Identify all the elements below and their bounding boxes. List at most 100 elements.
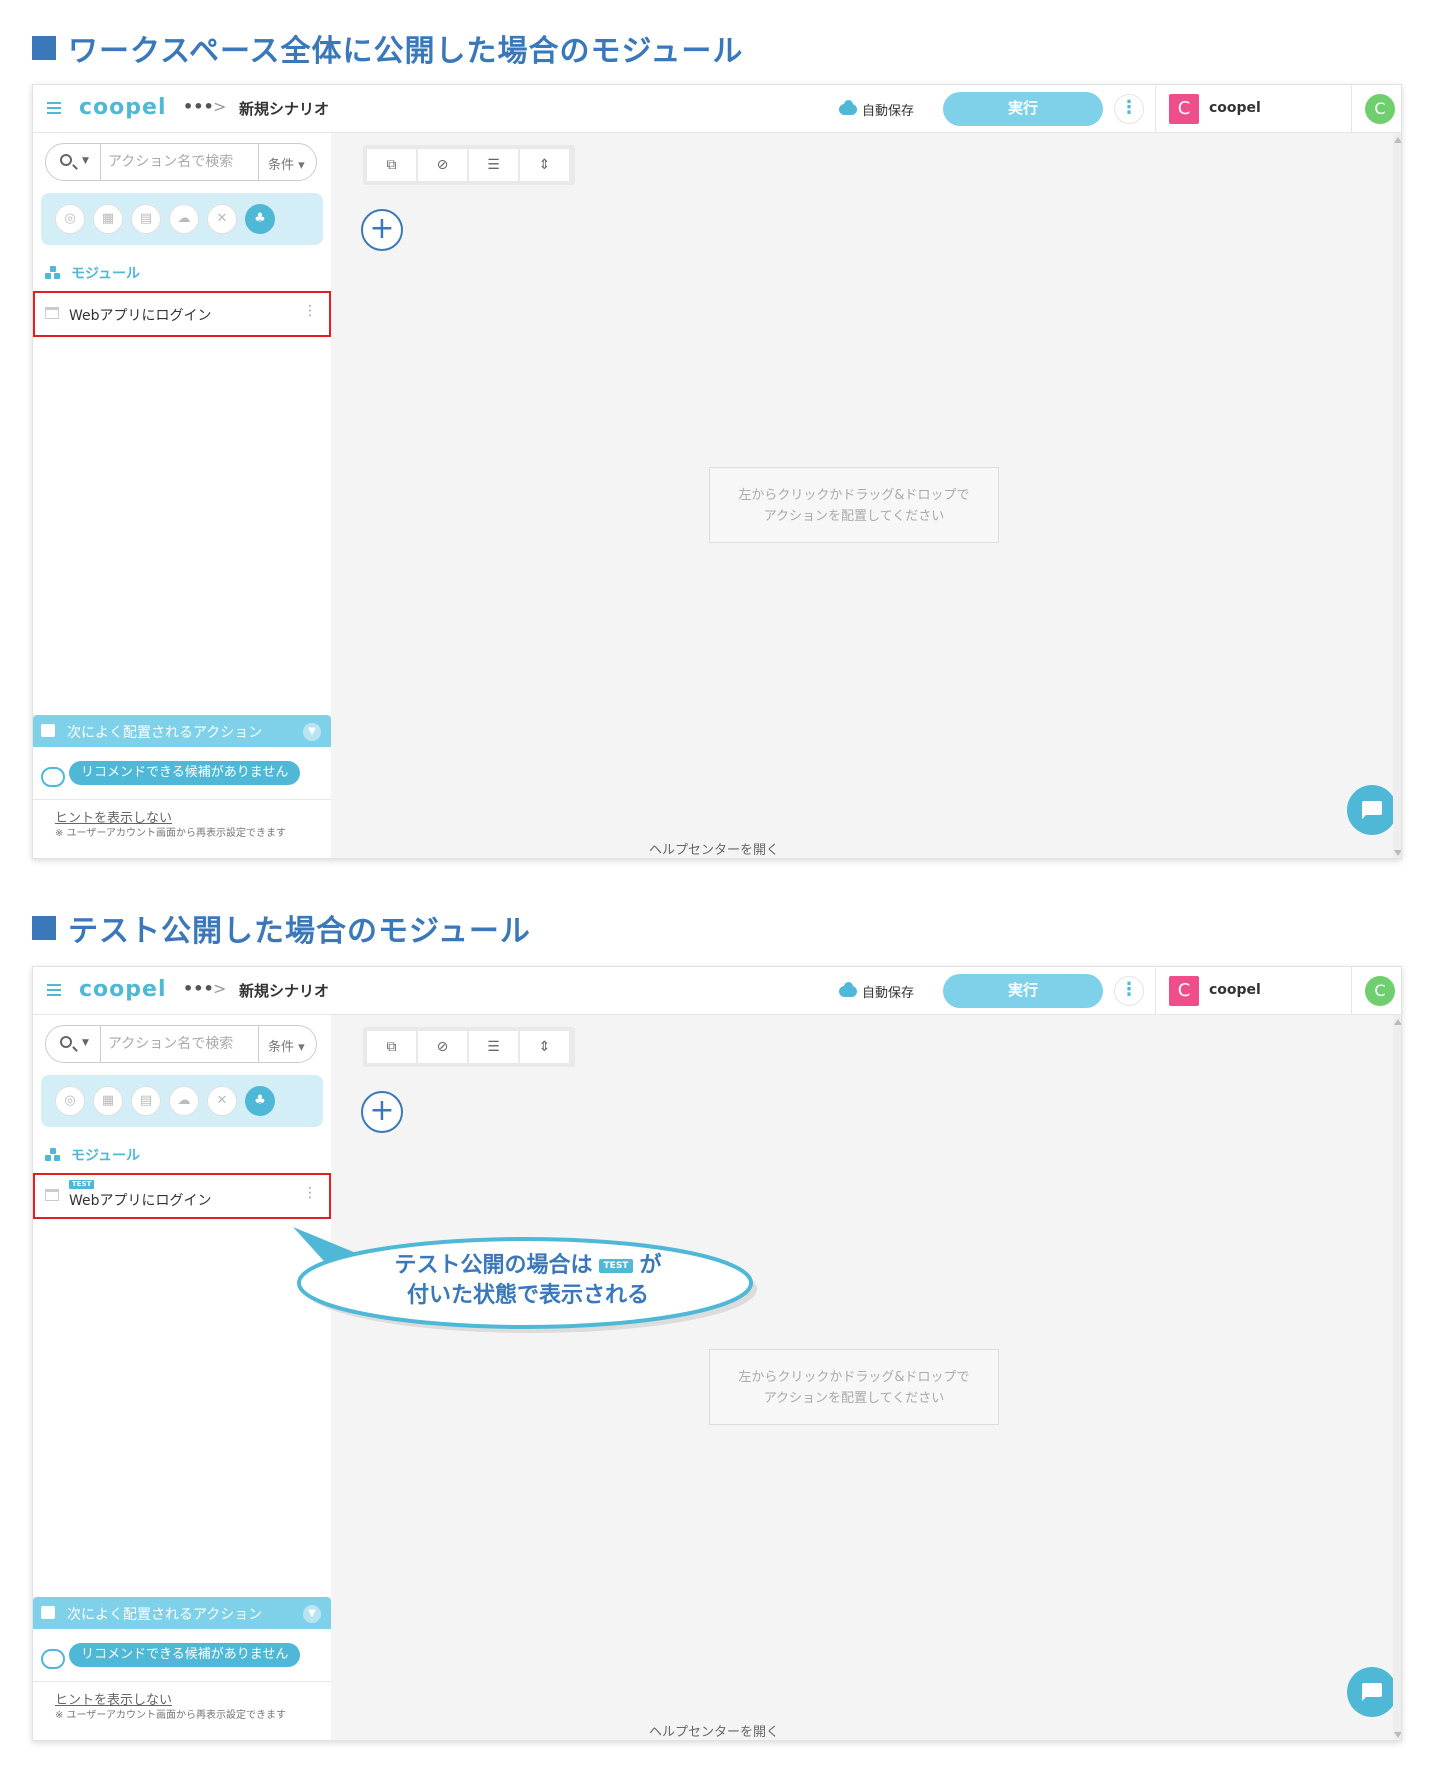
recommendation-header[interactable]: 次によく配置されるアクション ▼	[33, 1597, 331, 1629]
user-avatar[interactable]: C	[1365, 976, 1395, 1006]
heading-square-icon	[32, 36, 56, 60]
search-icon[interactable]	[60, 1036, 72, 1048]
document-icon[interactable]: ▤	[131, 1086, 161, 1116]
comment-icon[interactable]: ☰	[469, 1031, 518, 1063]
chat-icon[interactable]	[1347, 1667, 1397, 1717]
workspace-name[interactable]: coopel	[1209, 982, 1261, 998]
section-heading-test: テスト公開した場合のモジュール	[32, 906, 531, 950]
hamburger-menu-icon[interactable]	[47, 102, 61, 114]
excel-icon[interactable]: ▦	[93, 204, 123, 234]
module-item[interactable]: TEST Webアプリにログイン ⋮	[33, 1173, 331, 1219]
search-input[interactable]	[108, 152, 248, 172]
chevron-down-icon[interactable]: ▼	[303, 723, 321, 741]
scenario-canvas[interactable]: ⧉ ⊘ ☰ ⇕ + 左からクリックかドラッグ&ドロップで アクションを配置してく…	[331, 1015, 1401, 1740]
tools-icon[interactable]: ✕	[207, 204, 237, 234]
breadcrumb-chevron-icon: >	[213, 97, 227, 116]
breadcrumb-chevron-icon: >	[213, 979, 227, 998]
test-badge: TEST	[69, 1180, 95, 1189]
help-center-link[interactable]: ヘルプセンターを開く	[649, 1721, 779, 1740]
comment-icon[interactable]: ☰	[469, 149, 518, 181]
hint-note: ※ ユーザーアカウント画面から再表示設定できます	[55, 1710, 286, 1721]
divider	[1155, 85, 1156, 133]
add-action-button[interactable]: +	[361, 1091, 403, 1133]
search-icon[interactable]	[60, 154, 72, 166]
sidebar: ▼ 条件 ▾ ◎ ▦ ▤ ☁ ✕ ♣ モジュール Webアプリにログイン ⋮ 次…	[33, 133, 331, 858]
hide-icon[interactable]: ⊘	[418, 149, 467, 181]
document-icon[interactable]: ▤	[131, 204, 161, 234]
module-icon	[45, 266, 61, 280]
run-button[interactable]: 実行	[943, 974, 1103, 1008]
top-bar: coopel ••• > 新規シナリオ 自動保存 実行 ⋮ C coopel C	[33, 85, 1401, 133]
top-bar: coopel ••• > 新規シナリオ 自動保存 実行 ⋮ C coopel C	[33, 967, 1401, 1015]
more-options-icon[interactable]: ⋮	[1114, 94, 1144, 124]
user-avatar[interactable]: C	[1365, 94, 1395, 124]
module-section-label: モジュール	[45, 263, 140, 283]
cloud-upload-icon	[839, 100, 857, 115]
cloud-upload-icon	[839, 982, 857, 997]
recommendation-empty: リコメンドできる候補がありません	[69, 761, 301, 785]
scenario-title[interactable]: 新規シナリオ	[239, 98, 329, 119]
breadcrumb-more-icon[interactable]: •••	[183, 97, 214, 116]
module-section-label: モジュール	[45, 1145, 140, 1165]
divider	[1155, 967, 1156, 1015]
excel-icon[interactable]: ▦	[93, 1086, 123, 1116]
app-logo[interactable]: coopel	[79, 977, 166, 1002]
cloud-icon[interactable]: ☁	[169, 204, 199, 234]
module-file-icon	[45, 307, 59, 319]
help-center-link[interactable]: ヘルプセンターを開く	[649, 839, 779, 858]
scenario-canvas[interactable]: ⧉ ⊘ ☰ ⇕ + 左からクリックかドラッグ&ドロップで アクションを配置してく…	[331, 133, 1401, 858]
module-icon	[45, 1148, 61, 1162]
collapse-icon[interactable]: ⇕	[520, 1031, 569, 1063]
run-button[interactable]: 実行	[943, 92, 1103, 126]
caret-down-icon[interactable]: ▼	[82, 1038, 89, 1048]
module-item[interactable]: Webアプリにログイン ⋮	[33, 291, 331, 337]
app-logo[interactable]: coopel	[79, 95, 166, 120]
cloud-icon[interactable]: ☁	[169, 1086, 199, 1116]
module-file-icon	[45, 1189, 59, 1201]
divider	[1351, 85, 1352, 133]
module-more-icon[interactable]: ⋮	[303, 1185, 317, 1201]
bot-icon	[41, 1649, 65, 1669]
drop-hint: 左からクリックかドラッグ&ドロップで アクションを配置してください	[709, 467, 999, 543]
web-icon[interactable]: ◎	[55, 204, 85, 234]
screenshot-workspace-publish: coopel ••• > 新規シナリオ 自動保存 実行 ⋮ C coopel C…	[32, 84, 1402, 859]
condition-dropdown[interactable]: 条件 ▾	[268, 154, 305, 173]
scenario-title[interactable]: 新規シナリオ	[239, 980, 329, 1001]
tools-icon[interactable]: ✕	[207, 1086, 237, 1116]
workspace-name[interactable]: coopel	[1209, 100, 1261, 116]
scrollbar[interactable]	[1393, 133, 1401, 858]
workspace-avatar[interactable]: C	[1169, 976, 1199, 1006]
search-input[interactable]	[108, 1034, 248, 1054]
recommendation-header[interactable]: 次によく配置されるアクション ▼	[33, 715, 331, 747]
breadcrumb-more-icon[interactable]: •••	[183, 979, 214, 998]
hamburger-menu-icon[interactable]	[47, 984, 61, 996]
recommendation-empty: リコメンドできる候補がありません	[69, 1643, 301, 1667]
hide-icon[interactable]: ⊘	[418, 1031, 467, 1063]
lightbulb-icon	[41, 724, 55, 737]
autosave-status: 自動保存	[839, 982, 914, 1001]
copy-icon[interactable]: ⧉	[367, 149, 416, 181]
scrollbar[interactable]	[1393, 1015, 1401, 1740]
callout-annotation: テスト公開の場合は TEST が 付いた状態で表示される	[293, 1227, 763, 1337]
hint-note: ※ ユーザーアカウント画面から再表示設定できます	[55, 828, 286, 839]
action-search: ▼ 条件 ▾	[45, 143, 317, 181]
web-icon[interactable]: ◎	[55, 1086, 85, 1116]
callout-text: テスト公開の場合は TEST が 付いた状態で表示される	[394, 1253, 662, 1308]
condition-dropdown[interactable]: 条件 ▾	[268, 1036, 305, 1055]
chat-icon[interactable]	[1347, 785, 1397, 835]
sidebar: ▼ 条件 ▾ ◎ ▦ ▤ ☁ ✕ ♣ モジュール TEST Webアプリにログイ…	[33, 1015, 331, 1740]
module-icon[interactable]: ♣	[245, 1086, 275, 1116]
action-search: ▼ 条件 ▾	[45, 1025, 317, 1063]
caret-down-icon[interactable]: ▼	[82, 156, 89, 166]
canvas-toolbar: ⧉ ⊘ ☰ ⇕	[363, 1027, 575, 1067]
chevron-down-icon[interactable]: ▼	[303, 1605, 321, 1623]
screenshot-test-publish: coopel ••• > 新規シナリオ 自動保存 実行 ⋮ C coopel C…	[32, 966, 1402, 1741]
workspace-avatar[interactable]: C	[1169, 94, 1199, 124]
collapse-icon[interactable]: ⇕	[520, 149, 569, 181]
more-options-icon[interactable]: ⋮	[1114, 976, 1144, 1006]
add-action-button[interactable]: +	[361, 209, 403, 251]
copy-icon[interactable]: ⧉	[367, 1031, 416, 1063]
autosave-status: 自動保存	[839, 100, 914, 119]
module-more-icon[interactable]: ⋮	[303, 303, 317, 319]
module-icon[interactable]: ♣	[245, 204, 275, 234]
